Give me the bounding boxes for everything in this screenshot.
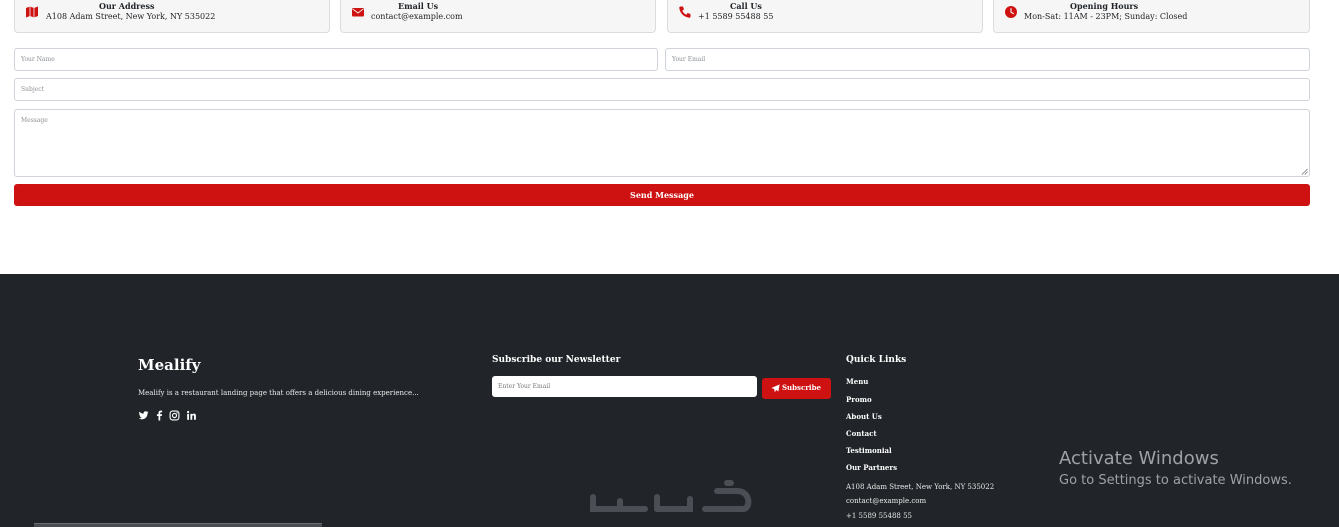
twitter-icon[interactable] [138, 410, 149, 421]
info-card-value: Mon-Sat: 11AM - 23PM; Sunday: Closed [1024, 12, 1188, 21]
info-card-value: +1 5589 55488 55 [698, 12, 774, 21]
footer-email: contact@example.com [846, 497, 927, 505]
quick-link-partners[interactable]: Our Partners [846, 463, 897, 472]
resize-grip-icon[interactable] [1301, 168, 1308, 175]
info-card-title: Call Us [730, 1, 762, 11]
send-message-button[interactable]: Send Message [14, 184, 1310, 206]
facebook-icon[interactable] [154, 410, 165, 421]
watermark-logo-icon [590, 480, 752, 512]
info-card-title: Email Us [398, 1, 439, 11]
linkedin-icon[interactable] [186, 410, 197, 421]
quick-link-contact[interactable]: Contact [846, 429, 877, 438]
footer-address: A108 Adam Street, New York, NY 535022 [846, 483, 995, 491]
newsletter-heading: Subscribe our Newsletter [492, 355, 621, 365]
quick-link-about[interactable]: About Us [846, 412, 882, 421]
info-card-phone: Call Us +1 5589 55488 55 [667, 0, 983, 33]
phone-icon [679, 6, 691, 18]
subscribe-button[interactable]: Subscribe [762, 378, 831, 399]
instagram-icon[interactable] [169, 410, 180, 421]
horizontal-scrollbar[interactable] [34, 523, 322, 527]
subject-input[interactable] [14, 78, 1310, 101]
name-input[interactable] [14, 48, 658, 71]
info-card-hours: Opening Hours Mon-Sat: 11AM - 23PM; Sund… [993, 0, 1310, 33]
activate-windows-subtitle: Go to Settings to activate Windows. [1059, 473, 1292, 488]
quick-link-testimonial[interactable]: Testimonial [846, 446, 892, 455]
subscribe-label: Subscribe [782, 383, 821, 392]
paper-plane-icon [771, 384, 780, 393]
envelope-icon [352, 8, 364, 17]
map-icon [26, 6, 38, 18]
quick-links-heading: Quick Links [846, 355, 907, 365]
footer-brand: Mealify [138, 356, 201, 374]
message-textarea[interactable] [14, 109, 1310, 177]
info-card-title: Opening Hours [1070, 1, 1139, 11]
info-card-value: contact@example.com [371, 12, 463, 21]
info-card-email: Email Us contact@example.com [340, 0, 656, 33]
activate-windows-title: Activate Windows [1059, 448, 1219, 469]
info-card-title: Our Address [99, 1, 155, 11]
footer-tagline: Mealify is a restaurant landing page tha… [138, 389, 419, 397]
info-card-address: Our Address A108 Adam Street, New York, … [14, 0, 330, 33]
quick-link-menu[interactable]: Menu [846, 377, 868, 386]
footer-phone: +1 5589 55488 55 [846, 512, 912, 520]
clock-icon [1005, 6, 1017, 18]
contact-info-row: Our Address A108 Adam Street, New York, … [14, 0, 1310, 33]
newsletter-email-input[interactable] [492, 376, 757, 397]
quick-link-promo[interactable]: Promo [846, 395, 872, 404]
info-card-value: A108 Adam Street, New York, NY 535022 [46, 12, 216, 21]
email-input[interactable] [665, 48, 1310, 71]
